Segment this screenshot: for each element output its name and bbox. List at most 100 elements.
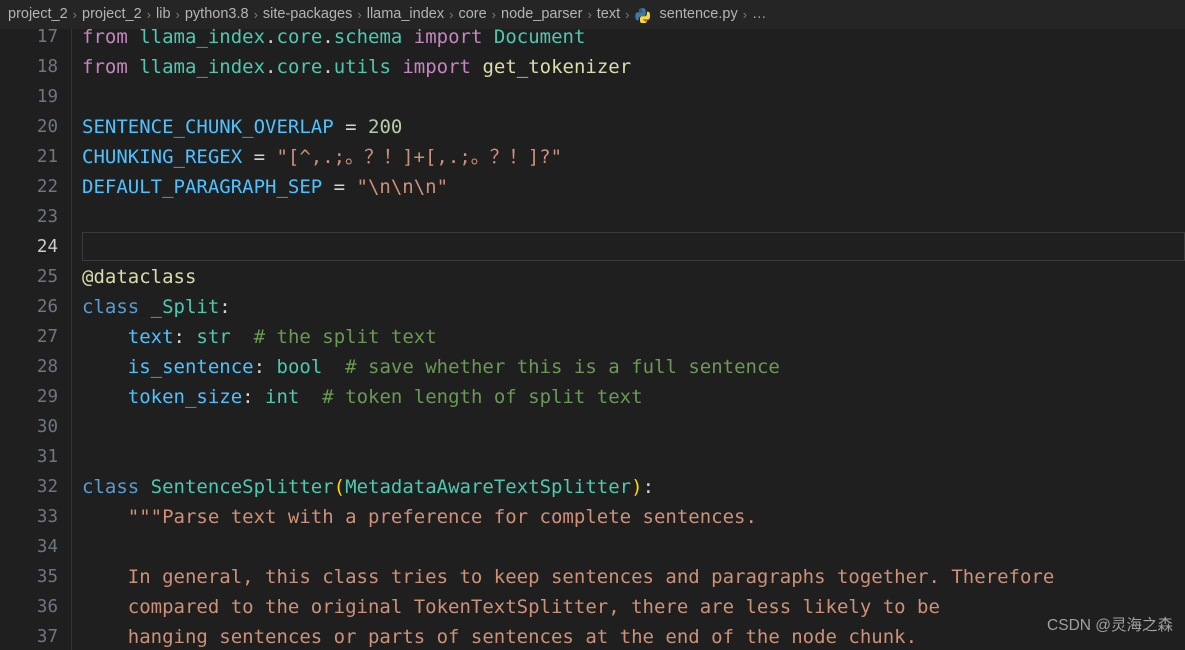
code-token: class — [82, 476, 151, 498]
breadcrumb-item[interactable]: core — [454, 0, 490, 29]
code-token: bool — [276, 356, 323, 378]
code-line[interactable]: 28 is_sentence: bool # save whether this… — [0, 352, 1185, 382]
code-token: core — [276, 29, 323, 48]
python-file-icon — [631, 7, 656, 23]
code-line[interactable]: 36 compared to the original TokenTextSpl… — [0, 592, 1185, 622]
breadcrumb-item[interactable]: text — [593, 0, 624, 29]
code-line[interactable]: 22 DEFAULT_PARAGRAPH_SEP = "\n\n\n" — [0, 172, 1185, 202]
code-line[interactable]: 18 from llama_index.core.utils import get… — [0, 52, 1185, 82]
breadcrumb-item[interactable]: … — [748, 0, 772, 29]
code-token: utils — [333, 56, 391, 78]
code-line[interactable]: 34 — [0, 532, 1185, 562]
code-line[interactable]: 25 @dataclass — [0, 262, 1185, 292]
code-text: class _Split: — [82, 292, 231, 322]
code-token: str — [196, 326, 231, 348]
code-text: class SentenceSplitter(MetadataAwareText… — [82, 472, 654, 502]
code-token: import — [402, 29, 494, 48]
code-token: # the split text — [253, 326, 437, 348]
code-content[interactable]: 17 from llama_index.core.schema import Do… — [0, 29, 1185, 650]
line-number: 32 — [36, 477, 58, 497]
line-number: 29 — [36, 387, 58, 407]
code-token: llama_index — [139, 56, 266, 78]
code-token: = — [322, 176, 357, 198]
line-number: 27 — [36, 327, 58, 347]
code-line[interactable]: 35 In general, this class tries to keep … — [0, 562, 1185, 592]
line-number: 21 — [36, 147, 58, 167]
breadcrumb-item[interactable]: lib — [152, 0, 175, 29]
line-number: 26 — [36, 297, 58, 317]
code-token: """Parse text with a preference for comp… — [82, 506, 757, 528]
code-line-active[interactable]: 24 — [0, 232, 1185, 262]
code-token: get_tokenizer — [482, 56, 632, 78]
code-line[interactable]: 20 SENTENCE_CHUNK_OVERLAP = 200 — [0, 112, 1185, 142]
code-line[interactable]: 33 """Parse text with a preference for c… — [0, 502, 1185, 532]
code-token: from — [82, 29, 140, 48]
code-token: ( — [333, 476, 346, 498]
line-number: 17 — [36, 29, 58, 47]
breadcrumb-item[interactable]: sentence.py — [656, 0, 742, 29]
code-token: class — [82, 296, 151, 318]
code-token: int — [265, 386, 300, 408]
breadcrumb-item[interactable]: llama_index — [363, 0, 448, 29]
code-token: ) — [631, 476, 643, 498]
code-line[interactable]: 17 from llama_index.core.schema import Do… — [0, 29, 1185, 52]
code-token: = — [333, 116, 368, 138]
breadcrumb[interactable]: project_2 › project_2 › lib › python3.8 › site-p… — [0, 0, 1185, 29]
code-line[interactable]: 19 — [0, 82, 1185, 112]
code-text: DEFAULT_PARAGRAPH_SEP = "\n\n\n" — [82, 172, 448, 202]
code-token: : — [242, 386, 266, 408]
code-token: = — [242, 146, 277, 168]
code-token: DEFAULT_PARAGRAPH_SEP — [82, 176, 323, 198]
breadcrumb-item[interactable]: project_2 — [4, 0, 72, 29]
code-text: CHUNKING_REGEX = "[^,.;。？！]+[,.;。？！]?" — [82, 142, 562, 172]
breadcrumb-item[interactable]: site-packages — [259, 0, 356, 29]
line-number: 37 — [36, 627, 58, 647]
code-editor[interactable]: 17 from llama_index.core.schema import Do… — [0, 29, 1185, 650]
code-line[interactable]: 26 class _Split: — [0, 292, 1185, 322]
code-text: In general, this class tries to keep sen… — [82, 562, 1055, 592]
code-text: """Parse text with a preference for comp… — [82, 502, 757, 532]
code-token: : — [173, 326, 197, 348]
code-token: SENTENCE_CHUNK_OVERLAP — [82, 116, 334, 138]
code-line[interactable]: 29 token_size: int # token length of spl… — [0, 382, 1185, 412]
line-number: 22 — [36, 177, 58, 197]
code-token: . — [265, 29, 277, 48]
line-number: 31 — [36, 447, 58, 467]
breadcrumb-item[interactable]: node_parser — [497, 0, 586, 29]
code-text: token_size: int # token length of split … — [82, 382, 643, 412]
code-token: # save whether this is a full sentence — [345, 356, 780, 378]
line-number: 24 — [36, 237, 58, 257]
code-token: llama_index — [139, 29, 266, 48]
code-line[interactable]: 21 CHUNKING_REGEX = "[^,.;。？！]+[,.;。？！]?" — [0, 142, 1185, 172]
line-number: 20 — [36, 117, 58, 137]
code-line[interactable]: 30 — [0, 412, 1185, 442]
code-token: from — [82, 56, 140, 78]
code-line[interactable]: 31 — [0, 442, 1185, 472]
code-line[interactable]: 32 class SentenceSplitter(MetadataAwareTe… — [0, 472, 1185, 502]
breadcrumb-item[interactable]: project_2 — [78, 0, 146, 29]
code-token: . — [322, 29, 334, 48]
code-token: : — [642, 476, 655, 498]
code-token: Document — [493, 29, 586, 48]
code-token: In general, this class tries to keep sen… — [82, 566, 1055, 588]
breadcrumb-item[interactable]: python3.8 — [181, 0, 253, 29]
line-number: 28 — [36, 357, 58, 377]
line-number: 23 — [36, 207, 58, 227]
line-number: 30 — [36, 417, 58, 437]
code-token: core — [276, 56, 323, 78]
line-number: 18 — [36, 57, 58, 77]
code-token: "\n\n\n" — [356, 176, 449, 198]
code-line[interactable]: 23 — [0, 202, 1185, 232]
code-token: : — [219, 296, 231, 318]
code-token: # token length of split text — [322, 386, 643, 408]
code-token: token_size — [127, 386, 243, 408]
code-line[interactable]: 37 hanging sentences or parts of sentenc… — [0, 622, 1185, 650]
code-line[interactable]: 27 text: str # the split text — [0, 322, 1185, 352]
code-token: @dataclass — [82, 266, 197, 288]
code-token: compared to the original TokenTextSplitt… — [82, 596, 940, 618]
